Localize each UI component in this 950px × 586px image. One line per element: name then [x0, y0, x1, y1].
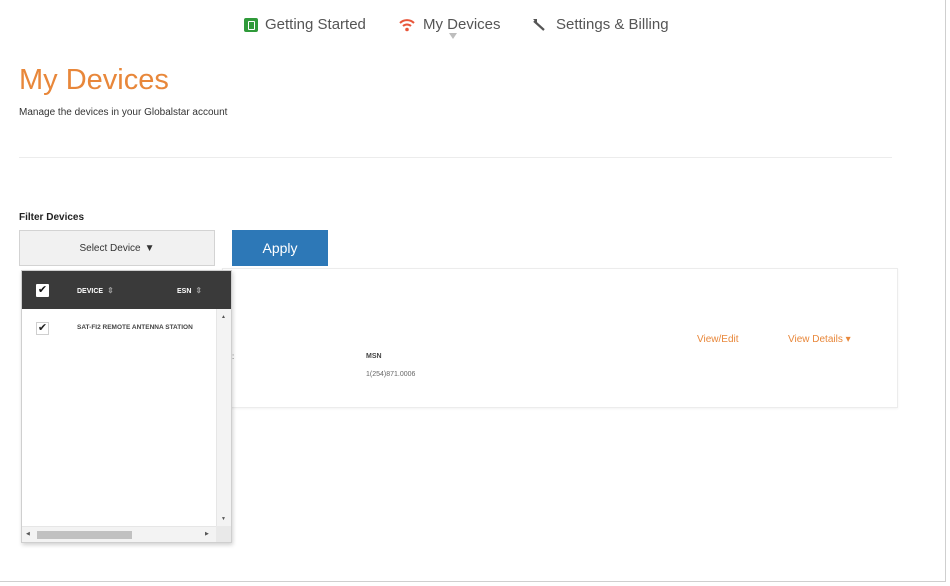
select-all-checkbox[interactable]: ✔: [36, 284, 49, 297]
column-header-device[interactable]: DEVICE ⇕: [77, 286, 114, 295]
scroll-down-icon[interactable]: ▼: [221, 516, 226, 522]
nav-my-devices[interactable]: My Devices: [398, 16, 501, 33]
active-nav-indicator: [449, 33, 457, 39]
device-row-name: SAT-FI2 REMOTE ANTENNA STATION: [77, 324, 193, 331]
getting-started-icon: [244, 17, 258, 32]
page-title: My Devices: [19, 64, 169, 96]
column-device-label: DEVICE: [77, 288, 104, 295]
device-row[interactable]: ✔ SAT-FI2 REMOTE ANTENNA STATION: [22, 317, 216, 337]
device-select-panel: ✔ DEVICE ⇕ ESN ⇕ ✔ SAT-FI2 REMOTE ANTENNA …: [21, 270, 232, 543]
card-field-colon: :: [232, 352, 235, 361]
nav-settings-billing[interactable]: Settings & Billing: [531, 16, 669, 33]
filter-devices-label: Filter Devices: [19, 212, 85, 223]
select-device-label: Select Device: [79, 242, 141, 254]
sort-icon: ⇕: [107, 286, 114, 295]
msn-label: MSN: [366, 353, 382, 360]
view-details-link[interactable]: View Details ▾: [788, 334, 851, 345]
nav-getting-started-label: Getting Started: [265, 16, 366, 33]
apply-button[interactable]: Apply: [232, 230, 328, 266]
scrollbar-thumb[interactable]: [37, 531, 132, 539]
nav-getting-started[interactable]: Getting Started: [244, 16, 366, 33]
scroll-up-icon[interactable]: ▲: [221, 314, 226, 320]
divider: [19, 157, 892, 158]
nav-settings-billing-label: Settings & Billing: [556, 16, 669, 33]
scrollbar-corner: [216, 526, 231, 542]
top-navigation: Getting Started My Devices Settings & Bi…: [0, 12, 940, 42]
view-details-label: View Details: [788, 334, 843, 345]
device-row-checkbox[interactable]: ✔: [36, 322, 49, 335]
caret-down-icon: ▼: [144, 242, 155, 254]
chevron-down-icon: ▾: [845, 334, 851, 345]
page-subtitle: Manage the devices in your Globalstar ac…: [19, 107, 228, 118]
column-header-esn[interactable]: ESN ⇕: [177, 286, 202, 295]
device-table-header: ✔ DEVICE ⇕ ESN ⇕: [22, 271, 231, 309]
sort-icon: ⇕: [195, 286, 203, 295]
nav-my-devices-label: My Devices: [423, 16, 501, 33]
horizontal-scrollbar[interactable]: ◀ ▶: [22, 526, 216, 542]
wifi-icon: [399, 18, 415, 31]
view-edit-link[interactable]: View/Edit: [697, 334, 739, 345]
scroll-left-icon[interactable]: ◀: [26, 531, 30, 537]
vertical-scrollbar[interactable]: ▲ ▼: [216, 309, 231, 526]
select-device-dropdown[interactable]: Select Device ▼: [19, 230, 215, 266]
scroll-right-icon[interactable]: ▶: [205, 531, 209, 537]
wrench-icon: [533, 18, 545, 31]
msn-value: 1(254)871.0006: [366, 371, 416, 378]
column-esn-label: ESN: [177, 288, 192, 295]
